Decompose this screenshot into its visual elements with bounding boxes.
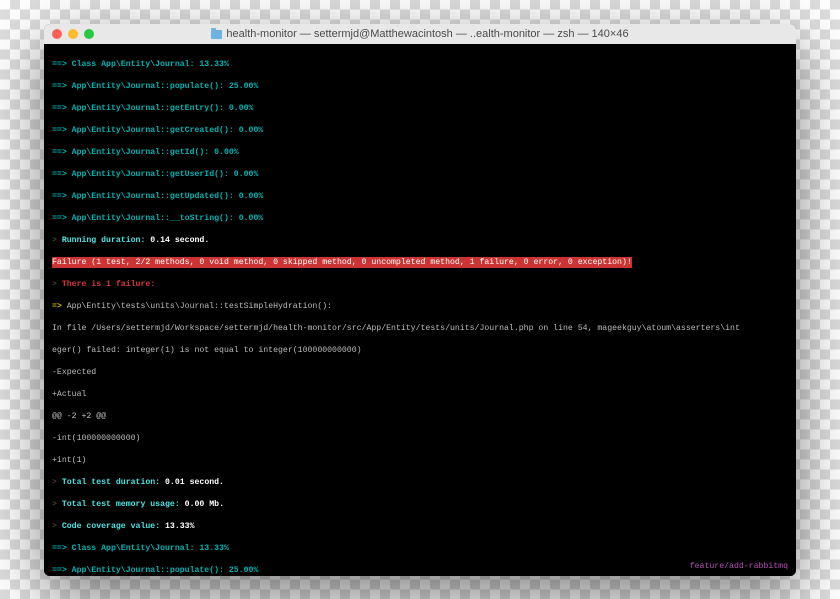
git-branch: feature/add-rabbitmq: [690, 561, 788, 572]
failure-banner: Failure (1 test, 2/2 methods, 0 void met…: [52, 257, 788, 268]
coverage-line: ==> App\Entity\Journal::getEntry(): 0.00…: [52, 103, 788, 114]
diff-plus: +int(1): [52, 455, 788, 466]
minimize-icon[interactable]: [68, 29, 78, 39]
assert-detail: eger() failed: integer(1) is not equal t…: [52, 345, 788, 356]
close-icon[interactable]: [52, 29, 62, 39]
window-title: health-monitor — settermjd@Matthewacinto…: [44, 28, 796, 40]
coverage-line: ==> App\Entity\Journal::populate(): 25.0…: [52, 565, 788, 576]
terminal-content[interactable]: ==> Class App\Entity\Journal: 13.33% ==>…: [44, 44, 796, 576]
total-duration: > Total test duration: 0.01 second.: [52, 477, 788, 488]
coverage-line: ==> App\Entity\Journal::getUserId(): 0.0…: [52, 169, 788, 180]
diff-expected: -Expected: [52, 367, 788, 378]
coverage-line: ==> App\Entity\Journal::getId(): 0.00%: [52, 147, 788, 158]
running-duration: > Running duration: 0.14 second.: [52, 235, 788, 246]
coverage-line: ==> App\Entity\Journal::getUpdated(): 0.…: [52, 191, 788, 202]
failure-count: > There is 1 failure:: [52, 279, 788, 290]
coverage-line: ==> App\Entity\Journal::populate(): 25.0…: [52, 81, 788, 92]
terminal-window: health-monitor — settermjd@Matthewacinto…: [44, 24, 796, 576]
coverage-value: > Code coverage value: 13.33%: [52, 521, 788, 532]
coverage-line: ==> Class App\Entity\Journal: 13.33%: [52, 59, 788, 70]
coverage-line: ==> App\Entity\Journal::getCreated(): 0.…: [52, 125, 788, 136]
diff-hunk: @@ -2 +2 @@: [52, 411, 788, 422]
total-memory: > Total test memory usage: 0.00 Mb.: [52, 499, 788, 510]
titlebar: health-monitor — settermjd@Matthewacinto…: [44, 24, 796, 44]
folder-icon: [211, 30, 222, 39]
diff-minus: -int(100000000000): [52, 433, 788, 444]
coverage-line: ==> App\Entity\Journal::__toString(): 0.…: [52, 213, 788, 224]
traffic-lights: [52, 29, 94, 39]
assert-detail: In file /Users/settermjd/Workspace/sette…: [52, 323, 788, 334]
diff-actual: +Actual: [52, 389, 788, 400]
coverage-line: ==> Class App\Entity\Journal: 13.33%: [52, 543, 788, 554]
window-title-text: health-monitor — settermjd@Matthewacinto…: [226, 28, 628, 40]
test-name: => App\Entity\tests\units\Journal::testS…: [52, 301, 788, 312]
zoom-icon[interactable]: [84, 29, 94, 39]
